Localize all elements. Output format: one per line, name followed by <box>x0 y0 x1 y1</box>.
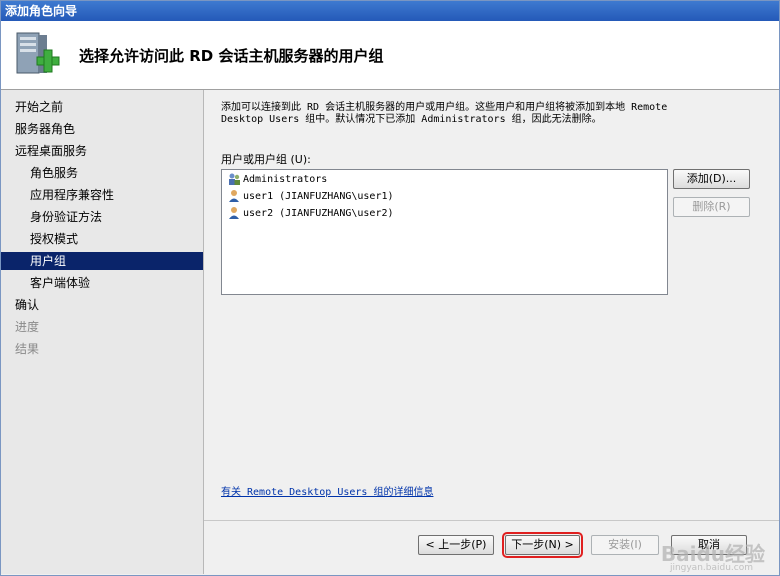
list-item[interactable]: user1 (JIANFUZHANG\user1) <box>227 188 394 205</box>
list-item-name: user1 (JIANFUZHANG\user1) <box>243 191 394 202</box>
description-line: 添加可以连接到此 RD 会话主机服务器的用户或用户组。这些用户和用户组将被添加到… <box>221 102 668 113</box>
sidebar-item-remote-desktop-services[interactable]: 远程桌面服务 <box>1 142 203 160</box>
back-button[interactable]: < 上一步(P) <box>418 535 494 555</box>
title-bar[interactable]: 添加角色向导 <box>1 1 779 21</box>
next-button[interactable]: 下一步(N) > <box>502 532 583 558</box>
add-button[interactable]: 添加(D)... <box>673 169 750 189</box>
description-line: Desktop Users 组中。默认情况下已添加 Administrators… <box>221 114 602 125</box>
page-title: 选择允许访问此 RD 会话主机服务器的用户组 <box>79 47 384 65</box>
wizard-footer: < 上一步(P) 下一步(N) > 安装(I) 取消 Baidu经验 jingy… <box>204 520 779 575</box>
wizard-window: 添加角色向导 选择允许访问此 RD 会话主机服务器的用户组 开始之前 服务器角色… <box>0 0 780 576</box>
user-icon <box>227 206 241 220</box>
sidebar-item-before-you-begin[interactable]: 开始之前 <box>1 98 203 116</box>
main-content: 添加可以连接到此 RD 会话主机服务器的用户或用户组。这些用户和用户组将被添加到… <box>204 90 779 520</box>
group-icon <box>227 172 241 186</box>
install-button[interactable]: 安装(I) <box>591 535 659 555</box>
info-link[interactable]: 有关 Remote Desktop Users 组的详细信息 <box>221 483 433 498</box>
sidebar-item-client-experience[interactable]: 客户端体验 <box>1 274 203 292</box>
sidebar-item-server-roles[interactable]: 服务器角色 <box>1 120 203 138</box>
watermark-url: jingyan.baidu.com <box>669 563 753 573</box>
user-group-listbox[interactable]: Administrators user1 (JIANFUZHANG\user1)… <box>221 169 668 295</box>
sidebar-item-confirmation[interactable]: 确认 <box>1 296 203 314</box>
list-item[interactable]: user2 (JIANFUZHANG\user2) <box>227 205 394 222</box>
window-title: 添加角色向导 <box>5 4 78 18</box>
wizard-steps-sidebar: 开始之前 服务器角色 远程桌面服务 角色服务 应用程序兼容性 身份验证方法 授权… <box>1 90 204 574</box>
sidebar-item-role-services[interactable]: 角色服务 <box>1 164 203 182</box>
description-text: 添加可以连接到此 RD 会话主机服务器的用户或用户组。这些用户和用户组将被添加到… <box>221 102 751 126</box>
sidebar-item-authentication-method[interactable]: 身份验证方法 <box>1 208 203 226</box>
sidebar-item-licensing-mode[interactable]: 授权模式 <box>1 230 203 248</box>
list-item-name: user2 (JIANFUZHANG\user2) <box>243 208 394 219</box>
remove-button[interactable]: 删除(R) <box>673 197 750 217</box>
server-add-icon <box>11 29 63 81</box>
wizard-header: 选择允许访问此 RD 会话主机服务器的用户组 <box>1 21 779 90</box>
list-item-name: Administrators <box>243 174 328 185</box>
user-list-label: 用户或用户组 (U): <box>221 153 311 166</box>
list-item[interactable]: Administrators <box>227 171 327 188</box>
user-icon <box>227 189 241 203</box>
sidebar-item-user-groups[interactable]: 用户组 <box>1 252 203 270</box>
sidebar-item-progress: 进度 <box>15 320 40 334</box>
sidebar-item-application-compatibility[interactable]: 应用程序兼容性 <box>1 186 203 204</box>
sidebar-item-results: 结果 <box>15 342 40 356</box>
